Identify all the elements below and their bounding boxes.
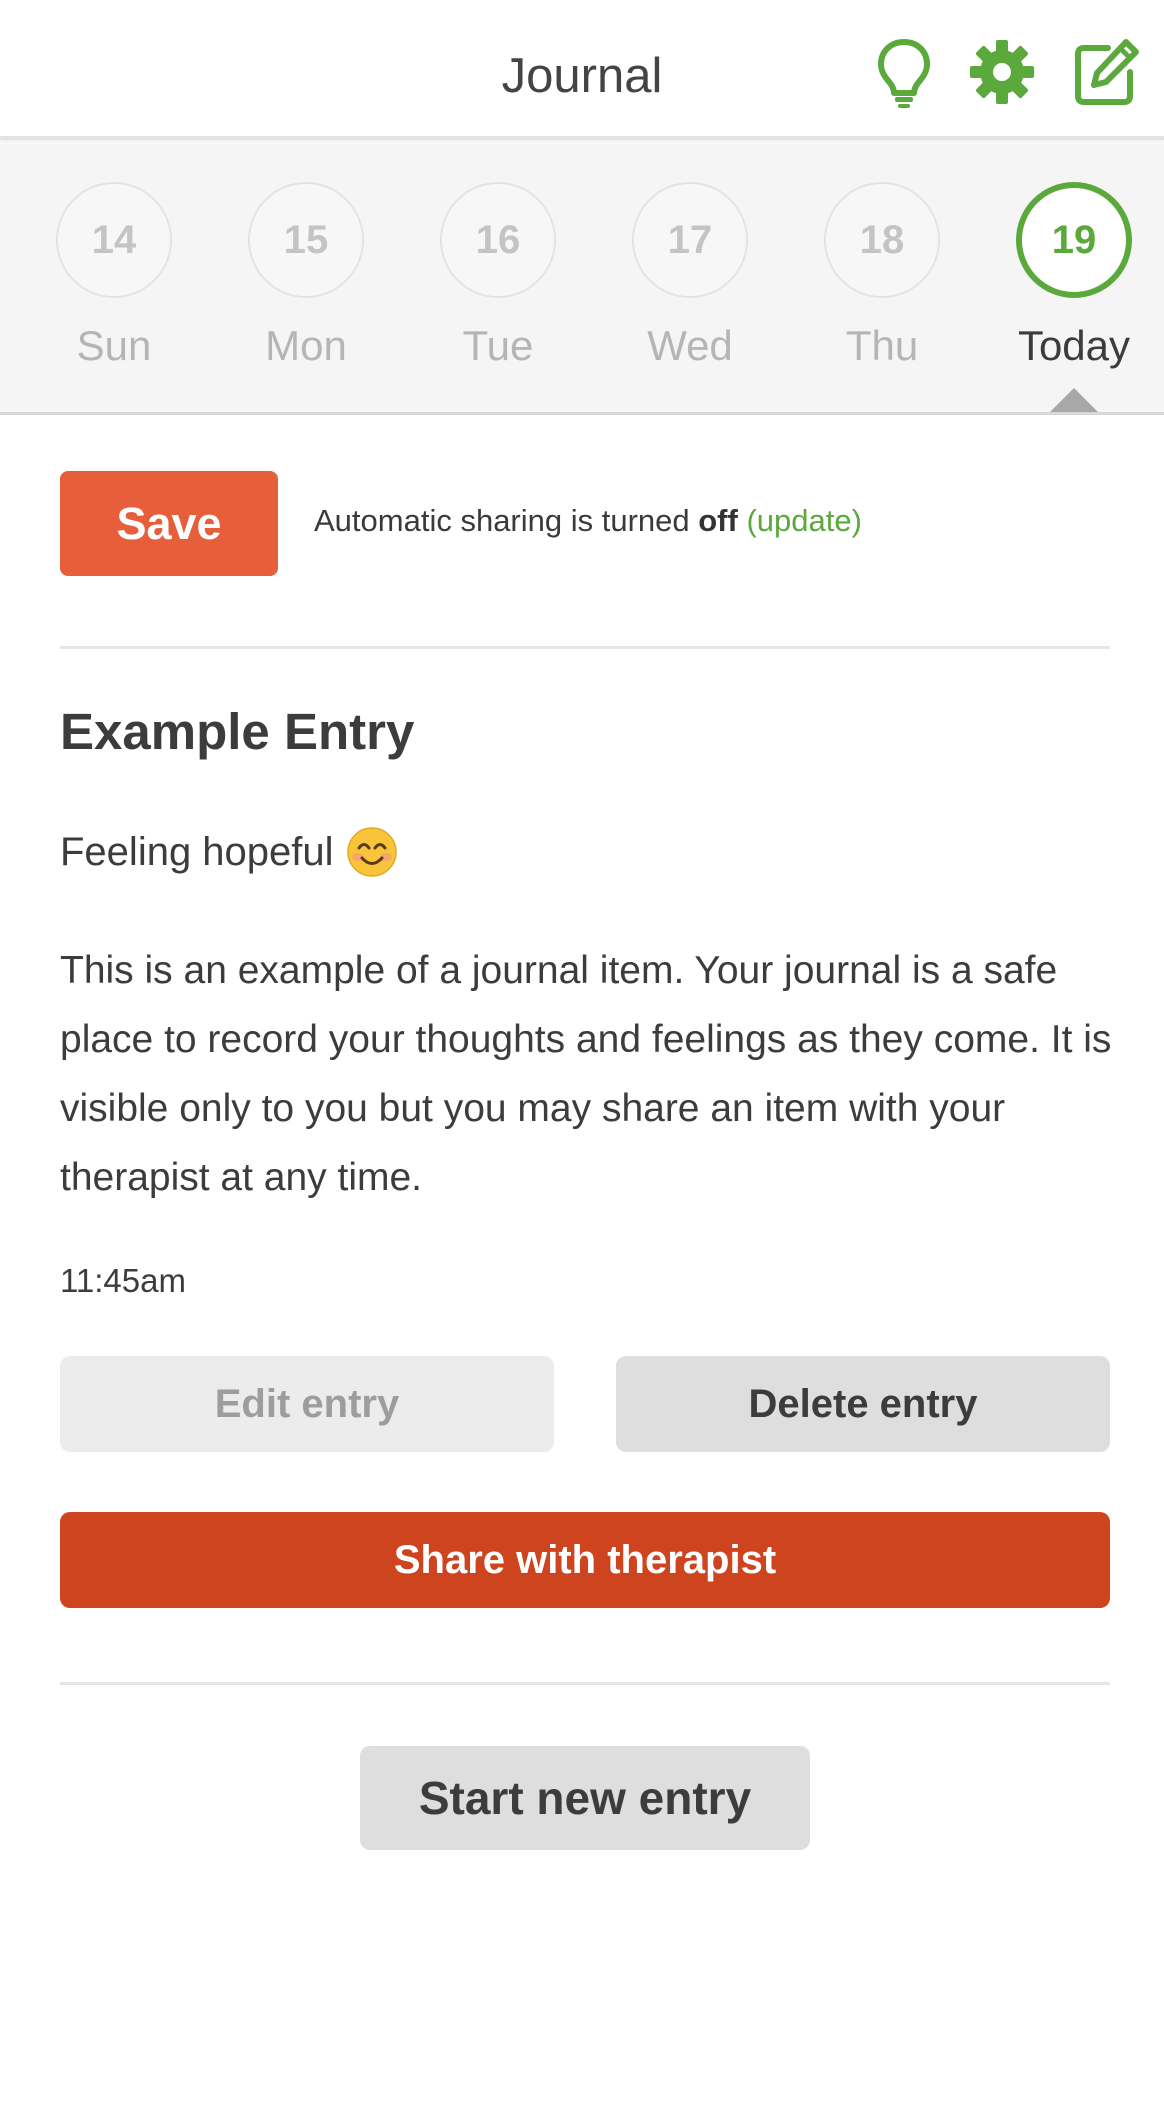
- day-label: Wed: [647, 322, 733, 369]
- day-today[interactable]: 19 Today: [994, 182, 1154, 382]
- day-tue[interactable]: 16 Tue: [418, 182, 578, 382]
- save-button[interactable]: Save: [60, 471, 278, 576]
- mood-text: Feeling hopeful: [60, 829, 334, 874]
- smiling-face-emoji-icon: [346, 826, 398, 878]
- day-label: Sun: [76, 322, 152, 369]
- divider: [60, 1682, 1110, 1685]
- entry-mood: Feeling hopeful: [60, 826, 398, 878]
- day-label: Mon: [265, 322, 347, 369]
- edit-entry-button[interactable]: Edit entry: [60, 1356, 554, 1452]
- day-number: 16: [440, 182, 556, 298]
- day-number: 15: [248, 182, 364, 298]
- auto-sharing-status: Automatic sharing is turned off (update): [314, 503, 862, 539]
- app-header: Journal: [0, 0, 1164, 140]
- gear-icon[interactable]: [964, 34, 1040, 110]
- day-label: Today: [1017, 322, 1131, 369]
- update-sharing-link[interactable]: (update): [746, 503, 861, 538]
- day-number: 14: [56, 182, 172, 298]
- day-thu[interactable]: 18 Thu: [802, 182, 962, 382]
- sharing-prefix: Automatic sharing is turned: [314, 503, 699, 538]
- selected-day-pointer: [1050, 388, 1098, 412]
- day-wed[interactable]: 17 Wed: [610, 182, 770, 382]
- lightbulb-icon[interactable]: [866, 34, 942, 110]
- day-number: 19: [1016, 182, 1132, 298]
- day-sun[interactable]: 14 Sun: [34, 182, 194, 382]
- delete-entry-button[interactable]: Delete entry: [616, 1356, 1110, 1452]
- edit-icon[interactable]: [1068, 34, 1144, 110]
- day-label: Tue: [462, 322, 534, 369]
- day-label: Thu: [845, 322, 919, 369]
- start-new-entry-button[interactable]: Start new entry: [360, 1746, 810, 1850]
- entry-timestamp: 11:45am: [60, 1262, 186, 1299]
- divider: [60, 646, 1110, 649]
- entry-title: Example Entry: [60, 703, 415, 760]
- day-mon[interactable]: 15 Mon: [226, 182, 386, 382]
- day-number: 17: [632, 182, 748, 298]
- share-with-therapist-button[interactable]: Share with therapist: [60, 1512, 1110, 1608]
- sharing-state: off: [698, 503, 738, 538]
- day-number: 18: [824, 182, 940, 298]
- entry-body: This is an example of a journal item. Yo…: [60, 949, 1112, 1199]
- date-strip: 14 Sun 15 Mon 16 Tue 17 Wed 18 Thu 19 To…: [0, 144, 1164, 415]
